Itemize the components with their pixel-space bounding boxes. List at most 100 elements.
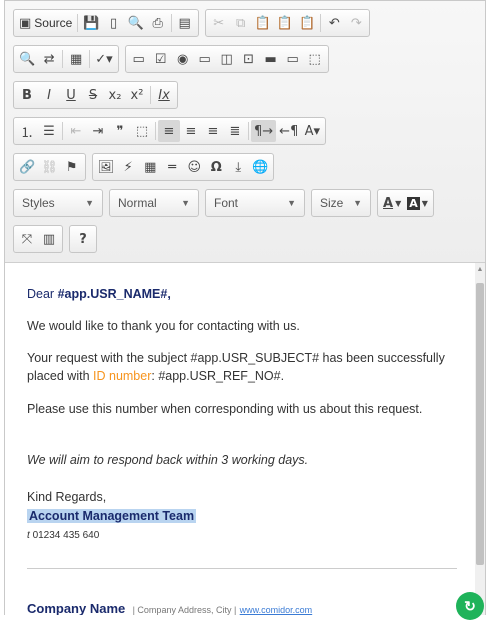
- ltr-icon: ¶→: [254, 123, 274, 139]
- unlink-button[interactable]: ⛓: [38, 156, 61, 178]
- page-break-icon: ⤓: [235, 159, 242, 175]
- help-button[interactable]: ?: [72, 228, 94, 250]
- show-blocks-button[interactable]: ▥: [38, 228, 60, 250]
- align-center-button[interactable]: ≡: [180, 120, 202, 142]
- chevron-down-icon: ▼: [85, 198, 94, 208]
- source-button[interactable]: ▣ Source: [16, 12, 75, 34]
- cut-icon: ✂: [213, 15, 225, 31]
- create-div-button[interactable]: ⬚: [131, 120, 153, 142]
- chevron-down-icon: ▼: [181, 198, 190, 208]
- size-dropdown[interactable]: Size ▼: [311, 189, 371, 217]
- about-group: ?: [69, 225, 97, 253]
- outdent-button[interactable]: ⇤: [65, 120, 87, 142]
- basicstyles-group: B I U S x₂ x² Ix: [13, 81, 178, 109]
- scroll-up-arrow-icon[interactable]: ▲: [475, 266, 485, 273]
- bg-color-button[interactable]: A ▼: [404, 192, 431, 214]
- editor-toolbar: ▣ Source 💾 ▯ 🔍 ⎙ ▤ ✂ ⧉ 📋 📋 📋 ↶ ↷ 🔍 ⇄ ▦ ✓…: [5, 1, 485, 263]
- print-button[interactable]: ⎙: [147, 12, 169, 34]
- save-icon: 💾: [83, 15, 100, 31]
- spellcheck-button[interactable]: ✓▾: [92, 48, 115, 70]
- page-break-button[interactable]: ⤓: [227, 156, 249, 178]
- content-scrollbar[interactable]: ▲: [475, 263, 485, 615]
- rtl-button[interactable]: ←¶: [276, 120, 301, 142]
- table-icon: ▦: [144, 159, 157, 175]
- ltr-button[interactable]: ¶→: [251, 120, 277, 142]
- horizontal-line-button[interactable]: ═: [161, 156, 183, 178]
- toolbar-row-styles: Styles ▼ Normal ▼ Font ▼ Size ▼ A ▼ A ▼: [13, 189, 434, 217]
- image-button-button[interactable]: ▭: [282, 48, 304, 70]
- select-all-button[interactable]: ▦: [65, 48, 87, 70]
- remove-format-button[interactable]: Ix: [153, 84, 175, 106]
- underline-button[interactable]: U: [60, 84, 82, 106]
- id-number-label: ID number: [93, 369, 152, 383]
- button-icon: ▬: [264, 51, 277, 67]
- chevron-down-icon: ▼: [395, 198, 402, 208]
- text-field-button[interactable]: ▭: [194, 48, 216, 70]
- forms-group: ▭ ☑ ◉ ▭ ◫ ⊡ ▬ ▭ ⬚: [124, 45, 329, 73]
- form-button[interactable]: ▭: [128, 48, 150, 70]
- scrollbar-thumb[interactable]: [476, 283, 484, 565]
- thanks-paragraph: We would like to thank you for contactin…: [27, 319, 300, 333]
- cut-button[interactable]: ✂: [208, 12, 230, 34]
- bulleted-list-button[interactable]: ☰: [38, 120, 60, 142]
- kind-regards: Kind Regards,: [27, 490, 107, 504]
- styles-dropdown[interactable]: Styles ▼: [13, 189, 103, 217]
- language-button[interactable]: A▾: [301, 120, 323, 142]
- website-link[interactable]: www.comidor.com: [240, 605, 313, 615]
- superscript-button[interactable]: x²: [126, 84, 148, 106]
- save-button[interactable]: 💾: [80, 12, 102, 34]
- paste-text-button[interactable]: 📋: [274, 12, 296, 34]
- text-color-button[interactable]: A ▼: [380, 192, 404, 214]
- numbered-list-button[interactable]: ⒈: [16, 120, 38, 142]
- radio-button[interactable]: ◉: [172, 48, 194, 70]
- smiley-button[interactable]: ☺: [183, 156, 205, 178]
- toolbar-row-tools: ⤧ ▥ ?: [13, 225, 103, 253]
- form-button-button[interactable]: ▬: [260, 48, 282, 70]
- special-char-button[interactable]: Ω: [205, 156, 227, 178]
- indent-button[interactable]: ⇥: [87, 120, 109, 142]
- flash-button[interactable]: ⚡: [117, 156, 139, 178]
- link-button[interactable]: 🔗: [16, 156, 38, 178]
- respond-paragraph: We will aim to respond back within 3 wor…: [27, 453, 309, 467]
- paste-button[interactable]: 📋: [252, 12, 274, 34]
- chat-bubble-button[interactable]: ↻: [456, 592, 484, 620]
- blockquote-button[interactable]: ❞: [109, 120, 131, 142]
- image-button[interactable]: 🖼: [95, 156, 118, 178]
- select-all-icon: ▦: [70, 51, 83, 67]
- align-left-button[interactable]: ≡: [158, 120, 180, 142]
- company-address: | Company Address, City |: [132, 605, 237, 615]
- iframe-button[interactable]: 🌐: [249, 156, 271, 178]
- redo-button[interactable]: ↷: [345, 12, 367, 34]
- font-dropdown[interactable]: Font ▼: [205, 189, 305, 217]
- format-dropdown[interactable]: Normal ▼: [109, 189, 199, 217]
- justify-button[interactable]: ≣: [224, 120, 246, 142]
- table-button[interactable]: ▦: [139, 156, 161, 178]
- indent-icon: ⇥: [92, 123, 104, 139]
- select-field-button[interactable]: ⊡: [238, 48, 260, 70]
- align-right-button[interactable]: ≡: [202, 120, 224, 142]
- checkbox-button[interactable]: ☑: [150, 48, 172, 70]
- bold-button[interactable]: B: [16, 84, 38, 106]
- preview-button[interactable]: 🔍: [125, 12, 147, 34]
- italic-button[interactable]: I: [38, 84, 60, 106]
- select-icon: ⊡: [243, 51, 255, 67]
- templates-button[interactable]: ▤: [174, 12, 196, 34]
- new-page-button[interactable]: ▯: [103, 12, 125, 34]
- undo-button[interactable]: ↶: [323, 12, 345, 34]
- document-group: ▣ Source 💾 ▯ 🔍 ⎙ ▤: [13, 9, 199, 37]
- textarea-button[interactable]: ◫: [216, 48, 238, 70]
- hidden-field-button[interactable]: ⬚: [304, 48, 326, 70]
- blockquote-icon: ❞: [116, 123, 124, 139]
- find-button[interactable]: 🔍: [16, 48, 38, 70]
- toolbar-separator: [170, 14, 172, 32]
- editor-content[interactable]: Dear #app.USR_NAME#, We would like to th…: [5, 263, 475, 615]
- strike-button[interactable]: S: [82, 84, 104, 106]
- subscript-button[interactable]: x₂: [104, 84, 126, 106]
- replace-button[interactable]: ⇄: [38, 48, 60, 70]
- copy-button[interactable]: ⧉: [230, 12, 252, 34]
- maximize-button[interactable]: ⤧: [16, 228, 38, 250]
- editing-group: 🔍 ⇄ ▦ ✓▾: [13, 45, 119, 73]
- anchor-button[interactable]: ⚑: [61, 156, 83, 178]
- paste-word-button[interactable]: 📋: [296, 12, 318, 34]
- templates-icon: ▤: [178, 15, 191, 31]
